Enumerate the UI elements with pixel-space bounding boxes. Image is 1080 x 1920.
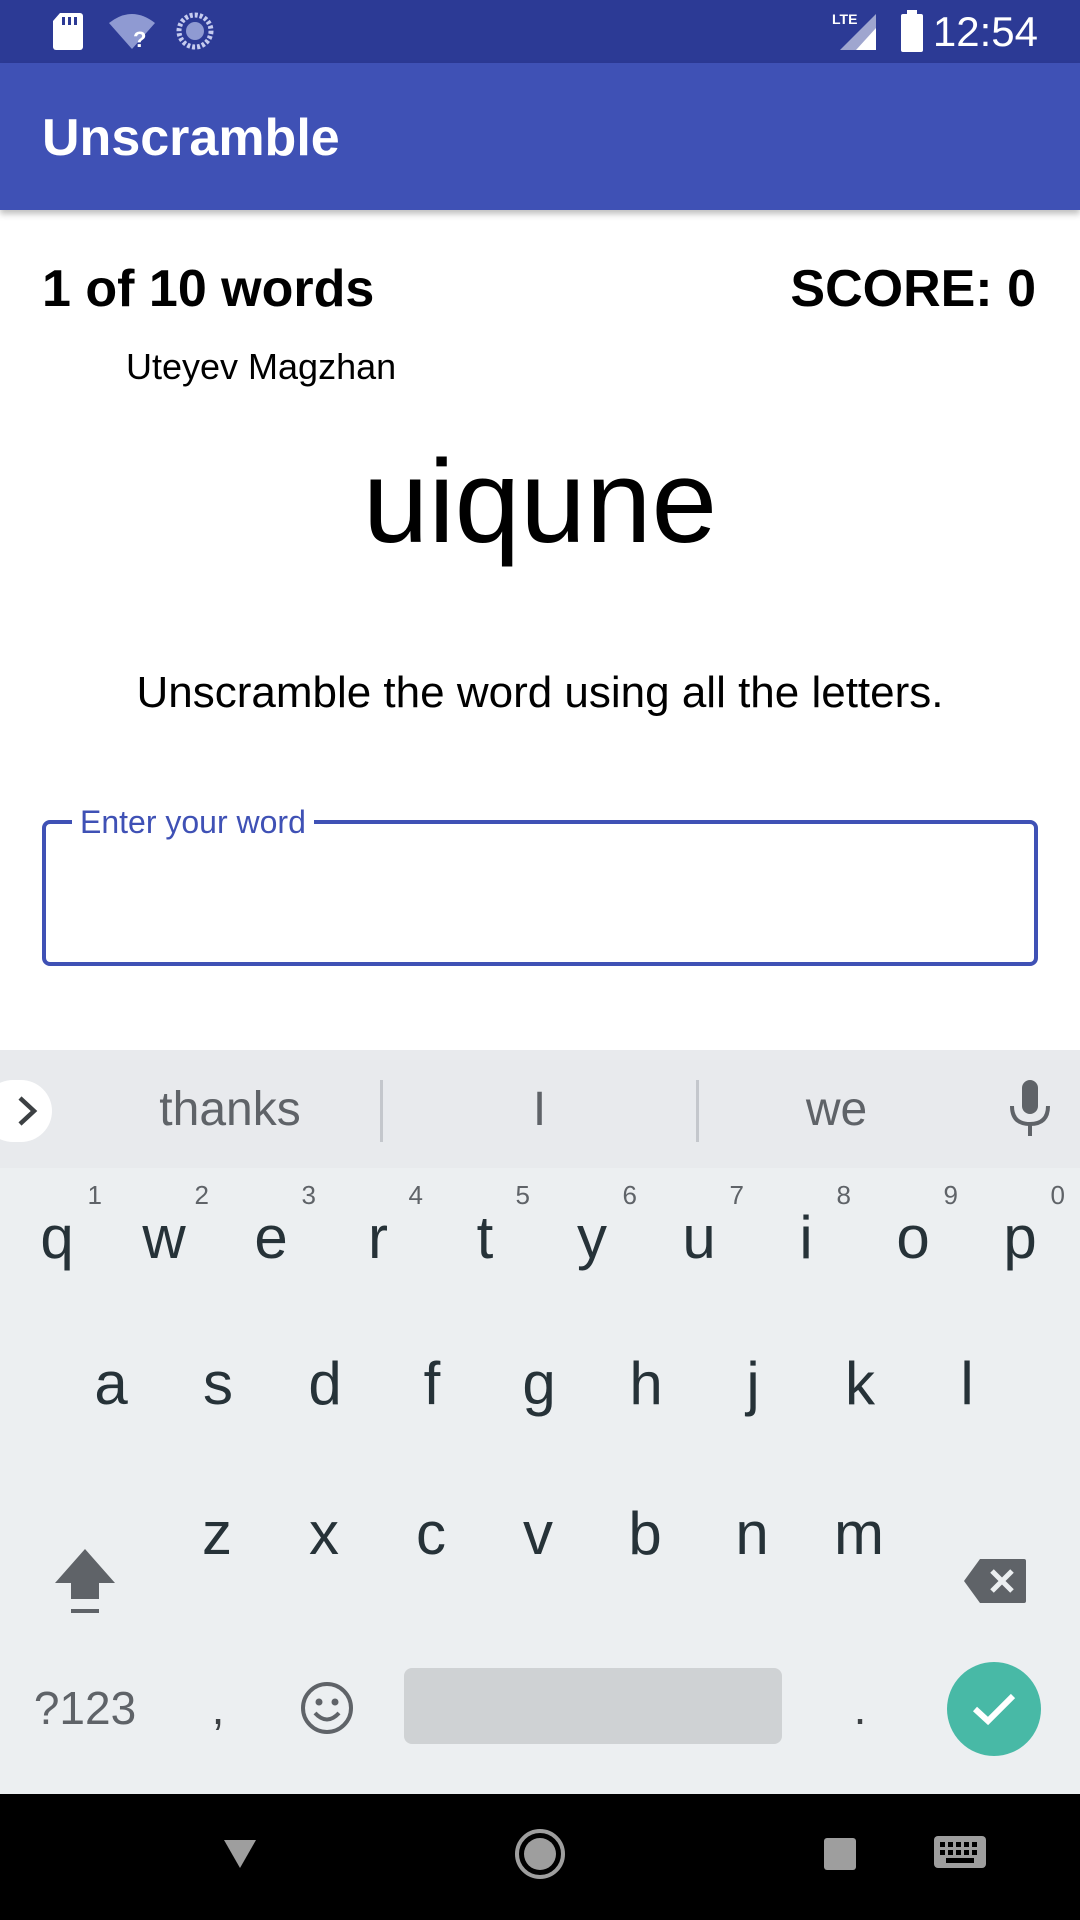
key-f[interactable]: f: [379, 1318, 485, 1448]
key-l[interactable]: l: [914, 1318, 1020, 1448]
word-text-field[interactable]: Enter your word: [42, 802, 1038, 966]
key-w[interactable]: w2: [111, 1172, 217, 1302]
status-time: 12:54: [932, 8, 1038, 55]
key-r[interactable]: r4: [325, 1172, 431, 1302]
author-name: Uteyev Magzhan: [126, 346, 397, 387]
key-m[interactable]: m: [806, 1468, 912, 1598]
key-hint: 9: [943, 1180, 958, 1210]
word-count: 1 of 10 words: [42, 260, 375, 318]
word-input[interactable]: [70, 844, 1010, 944]
key-h[interactable]: h: [593, 1318, 699, 1448]
key-hint: 8: [836, 1180, 851, 1210]
svg-text:?: ?: [133, 27, 146, 51]
recents-icon[interactable]: [810, 1824, 870, 1884]
key-z[interactable]: z: [164, 1468, 270, 1598]
key-label: p: [1003, 1203, 1037, 1271]
key-s[interactable]: s: [165, 1318, 271, 1448]
sd-card-icon: [50, 10, 86, 52]
keyboard-switch-icon[interactable]: [930, 1824, 990, 1884]
period-key[interactable]: .: [810, 1658, 910, 1758]
key-label: o: [896, 1203, 930, 1271]
back-icon[interactable]: [210, 1824, 270, 1884]
comma-key[interactable]: ,: [176, 1658, 260, 1758]
key-o[interactable]: o9: [860, 1172, 966, 1302]
text-field-label: Enter your word: [72, 802, 314, 842]
key-u[interactable]: u7: [646, 1172, 752, 1302]
checkmark-icon: [972, 1693, 1016, 1726]
key-g[interactable]: g: [486, 1318, 592, 1448]
key-label: t: [476, 1203, 494, 1271]
microphone-icon[interactable]: [1000, 1076, 1060, 1142]
app-bar: Unscramble: [0, 63, 1080, 210]
key-q[interactable]: q1: [4, 1172, 110, 1302]
key-label: u: [682, 1203, 716, 1271]
chevron-right-icon[interactable]: [0, 1080, 52, 1142]
key-x[interactable]: x: [271, 1468, 377, 1598]
symbols-key[interactable]: ?123: [20, 1658, 150, 1758]
app-title: Unscramble: [42, 109, 340, 167]
navigation-bar: [0, 1794, 1080, 1920]
suggestion-2[interactable]: I: [383, 1050, 696, 1168]
battery-icon: [898, 10, 926, 52]
key-hint: 1: [87, 1180, 102, 1210]
emoji-icon[interactable]: [282, 1658, 372, 1758]
instructions: Unscramble the word using all the letter…: [136, 668, 944, 717]
svg-text:LTE: LTE: [832, 11, 857, 27]
home-icon[interactable]: [510, 1824, 570, 1884]
key-hint: 6: [622, 1180, 637, 1210]
key-c[interactable]: c: [378, 1468, 484, 1598]
wifi-question-icon: ?: [106, 10, 158, 52]
key-label: e: [254, 1203, 288, 1271]
key-d[interactable]: d: [272, 1318, 378, 1448]
key-hint: 0: [1050, 1180, 1065, 1210]
key-t[interactable]: t5: [432, 1172, 538, 1302]
key-hint: 5: [515, 1180, 530, 1210]
space-key[interactable]: [404, 1668, 782, 1744]
key-n[interactable]: n: [699, 1468, 805, 1598]
key-label: y: [577, 1203, 607, 1271]
suggestion-3[interactable]: we: [699, 1050, 974, 1168]
scrambled-word: uiqune: [362, 436, 718, 568]
score: SCORE: 0: [790, 260, 1036, 318]
key-i[interactable]: i8: [753, 1172, 859, 1302]
key-hint: 2: [194, 1180, 209, 1210]
key-label: i: [799, 1203, 813, 1271]
key-b[interactable]: b: [592, 1468, 698, 1598]
enter-key[interactable]: [947, 1662, 1041, 1756]
key-a[interactable]: a: [58, 1318, 164, 1448]
key-v[interactable]: v: [485, 1468, 591, 1598]
key-label: q: [40, 1203, 74, 1271]
keyboard: q1w2e3r4t5y6u7i8o9p0 asdfghjkl zxcvbnm ?…: [0, 1168, 1080, 1794]
key-hint: 7: [729, 1180, 744, 1210]
sync-icon: [174, 10, 216, 52]
key-p[interactable]: p0: [967, 1172, 1073, 1302]
backspace-key[interactable]: [950, 1526, 1040, 1636]
signal-icon: LTE: [832, 10, 878, 52]
key-label: r: [368, 1203, 388, 1271]
suggestion-1[interactable]: thanks: [80, 1050, 380, 1168]
status-bar: ? LTE 12:54: [0, 0, 1080, 63]
key-label: w: [142, 1203, 186, 1271]
suggestion-bar: thanks I we: [0, 1050, 1080, 1168]
shift-key[interactable]: [40, 1526, 130, 1636]
key-k[interactable]: k: [807, 1318, 913, 1448]
key-hint: 3: [301, 1180, 316, 1210]
key-j[interactable]: j: [700, 1318, 806, 1448]
key-e[interactable]: e3: [218, 1172, 324, 1302]
key-hint: 4: [408, 1180, 423, 1210]
key-y[interactable]: y6: [539, 1172, 645, 1302]
